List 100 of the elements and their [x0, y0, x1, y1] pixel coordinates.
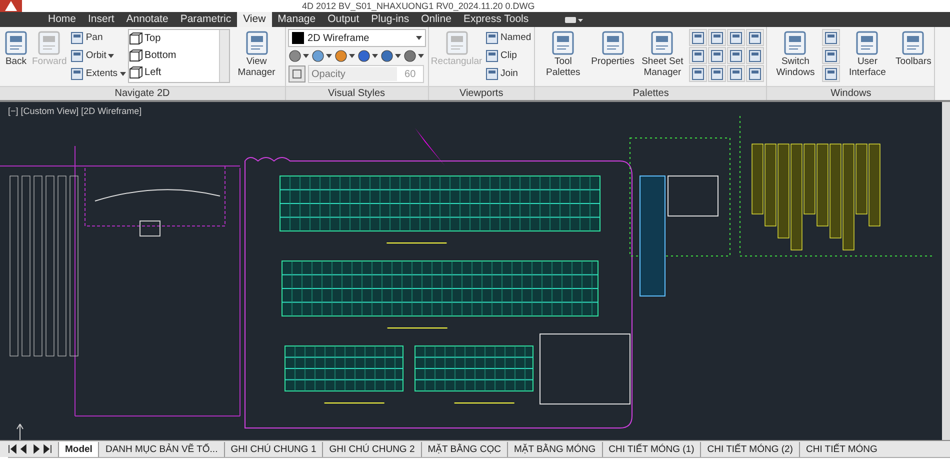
panel-title: Navigate 2D	[0, 86, 285, 100]
ribbon-button[interactable]	[708, 29, 726, 46]
caret-icon	[302, 54, 309, 58]
ribbon-button[interactable]	[689, 47, 708, 64]
ball-icon	[356, 49, 371, 63]
tool-icon	[36, 30, 62, 56]
caret-icon	[372, 54, 378, 58]
tool-icon	[900, 30, 926, 56]
tool-icon	[710, 48, 724, 62]
view-list-item[interactable]: Bottom	[128, 47, 219, 64]
scroll-bar[interactable]	[218, 30, 229, 82]
tool-icon	[729, 30, 744, 44]
ribbon-button[interactable]	[689, 65, 708, 82]
tool-icon	[550, 30, 576, 56]
ribbon-button[interactable]	[402, 49, 424, 63]
ribbon-tab[interactable]: Plug-ins	[365, 12, 416, 27]
ribbon-tab[interactable]: Manage	[272, 12, 322, 27]
ribbon-button[interactable]	[708, 47, 726, 64]
ribbon-tab[interactable]: View	[237, 12, 272, 27]
tool-icon	[70, 48, 84, 62]
ribbon-button[interactable]: View Manager	[230, 29, 283, 79]
caret-icon	[326, 54, 332, 58]
tool-icon	[244, 30, 270, 56]
tool-icon	[729, 48, 744, 62]
tool-icon	[729, 66, 744, 80]
scroll-bar[interactable]	[942, 102, 950, 440]
ribbon-tab[interactable]: Online	[415, 12, 458, 27]
ball-icon	[334, 49, 348, 63]
caret-icon	[394, 54, 401, 58]
ribbon-button[interactable]	[727, 29, 746, 46]
view-list-item[interactable]: Left	[128, 64, 219, 81]
ribbon-tab[interactable]: Annotate	[120, 12, 174, 27]
layout-tab[interactable]: Model	[58, 442, 98, 456]
ribbon-button[interactable]	[334, 49, 355, 63]
ribbon-tab[interactable]: Output	[322, 12, 366, 27]
tool-icon	[649, 30, 676, 56]
ribbon-button[interactable]: Switch Windows	[769, 29, 822, 79]
tool-icon	[854, 30, 880, 56]
ribbon-button[interactable]	[746, 29, 764, 46]
ribbon-button[interactable]	[822, 47, 840, 64]
ribbon-tab[interactable]: Insert	[82, 12, 120, 27]
ball-icon	[402, 49, 417, 63]
ribbon-button[interactable]: Back	[2, 29, 30, 68]
ribbon-options-icon	[564, 16, 583, 24]
ribbon-button[interactable]: Join	[484, 65, 532, 82]
ribbon-button[interactable]: Properties	[590, 29, 636, 68]
cube-icon	[288, 65, 306, 83]
ribbon-button[interactable]: Clip	[484, 47, 532, 64]
ribbon-button[interactable]	[708, 65, 726, 82]
panel-title: Palettes	[535, 86, 766, 100]
tab-navigation-icon	[8, 444, 52, 454]
tool-icon	[748, 30, 762, 44]
ribbon-button[interactable]: Tool Palettes	[537, 29, 590, 79]
tool-icon	[710, 66, 724, 80]
ball-icon	[310, 49, 325, 63]
tool-icon	[484, 66, 499, 80]
tool-icon	[70, 30, 84, 44]
ribbon-button[interactable]	[727, 65, 746, 82]
ribbon-button[interactable]: Toolbars	[894, 29, 932, 68]
tool-icon	[3, 30, 29, 56]
ribbon-button[interactable]: Sheet Set Manager	[636, 29, 688, 79]
ribbon-tab[interactable]: Parametric	[174, 12, 238, 27]
ribbon-button[interactable]	[746, 47, 764, 64]
tool-icon	[824, 66, 838, 80]
caret-icon	[120, 72, 126, 76]
ribbon-tab[interactable]: Express Tools	[457, 12, 535, 27]
ribbon-button[interactable]: Named	[484, 29, 532, 46]
caret-icon	[348, 54, 355, 58]
tool-icon	[824, 48, 838, 62]
ribbon-button[interactable]	[356, 49, 378, 63]
ribbon-button[interactable]: Orbit	[68, 47, 127, 64]
ball-icon	[288, 49, 302, 63]
view-list-item[interactable]: Top	[128, 30, 219, 47]
ribbon-tab[interactable]: Home	[42, 12, 82, 27]
ribbon-button[interactable]	[822, 65, 840, 82]
tool-icon	[710, 30, 724, 44]
viewport-label[interactable]: [−] [Custom View] [2D Wireframe]	[8, 106, 142, 116]
visual-style-dropdown[interactable]: 2D Wireframe	[288, 29, 426, 47]
ribbon-button[interactable]: Pan	[68, 29, 127, 46]
ribbon-button[interactable]	[310, 49, 332, 63]
ribbon-button[interactable]	[822, 29, 840, 46]
cube-icon	[128, 49, 143, 62]
tool-icon	[691, 48, 706, 62]
window-title: 4D 2012 BV_S01_NHAXUONG1 RV0_2024.11.20 0.DWG	[302, 0, 535, 12]
tool-icon	[748, 66, 762, 80]
ribbon-button[interactable]	[746, 65, 764, 82]
ribbon-button[interactable]: Extents	[68, 65, 127, 82]
ribbon-button[interactable]	[689, 29, 708, 46]
tool-icon	[484, 48, 499, 62]
ribbon-button[interactable]	[727, 47, 746, 64]
cube-icon	[128, 66, 143, 79]
panel-title: Viewports	[428, 86, 534, 100]
ribbon-button[interactable]	[288, 49, 309, 63]
ribbon-button[interactable]: User Interface	[841, 29, 894, 79]
cube-icon	[128, 32, 143, 45]
tool-icon	[824, 30, 838, 44]
tool-icon	[691, 66, 706, 80]
caret-icon	[418, 54, 424, 58]
ribbon-button[interactable]	[380, 49, 401, 63]
caret-icon	[416, 36, 422, 40]
